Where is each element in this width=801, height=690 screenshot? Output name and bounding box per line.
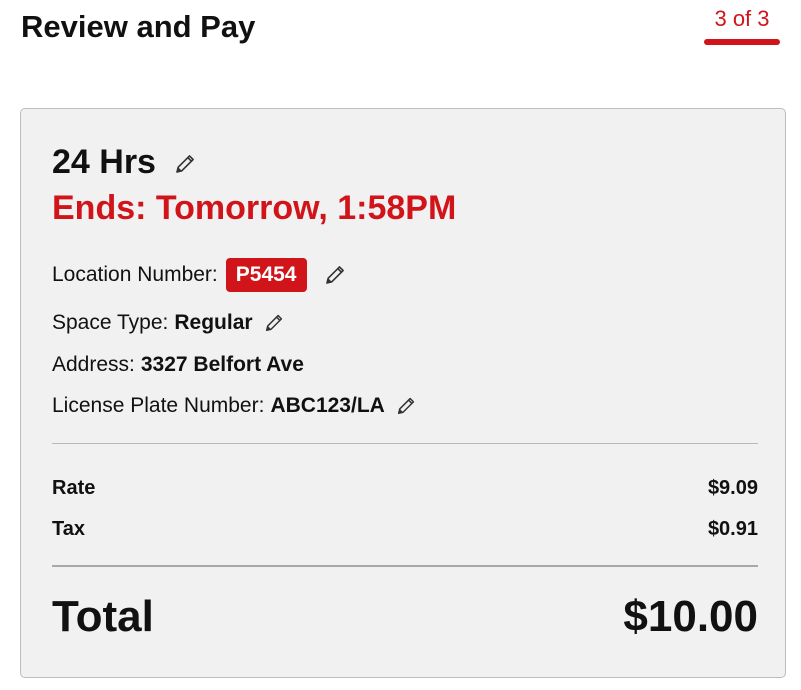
edit-license-plate-pencil-icon[interactable] — [395, 395, 417, 417]
total-label: Total — [52, 592, 154, 641]
location-label: Location Number: — [52, 263, 218, 286]
tax-row: Tax $0.91 — [52, 518, 758, 541]
license-plate-row: License Plate Number: ABC123/LA — [52, 394, 417, 418]
address-row: Address: 3327 Belfort Ave — [52, 353, 304, 377]
space-type-label: Space Type: — [52, 311, 169, 334]
space-type-value: Regular — [174, 311, 253, 334]
total-value: $10.00 — [623, 592, 758, 641]
duration-value: 24 Hrs — [52, 143, 156, 181]
total-divider — [52, 565, 758, 567]
rate-label: Rate — [52, 477, 96, 499]
space-type-row: Space Type: Regular — [52, 311, 285, 335]
page-title: Review and Pay — [21, 9, 256, 44]
rate-value: $9.09 — [707, 477, 758, 499]
rate-row: Rate $9.09 — [52, 477, 758, 500]
step-indicator: 3 of 3 — [714, 6, 770, 31]
duration-row: 24 Hrs — [52, 143, 197, 182]
end-time: Ends: Tomorrow, 1:58PM — [52, 189, 457, 227]
location-row: Location Number: P5454 — [52, 258, 347, 292]
location-badge: P5454 — [225, 258, 307, 292]
address-label: Address: — [52, 353, 135, 376]
review-card: 24 Hrs Ends: Tomorrow, 1:58PM Location N… — [20, 108, 786, 678]
edit-duration-pencil-icon[interactable] — [173, 152, 197, 176]
total-row: Total $10.00 — [52, 592, 758, 642]
step-underline — [704, 39, 780, 45]
edit-location-pencil-icon[interactable] — [323, 263, 347, 287]
tax-label: Tax — [52, 518, 85, 540]
license-plate-value: ABC123/LA — [270, 394, 385, 417]
license-plate-label: License Plate Number: — [52, 394, 265, 417]
edit-space-type-pencil-icon[interactable] — [263, 312, 285, 334]
tax-value: $0.91 — [707, 518, 758, 540]
address-value: 3327 Belfort Ave — [140, 353, 304, 376]
details-divider — [52, 443, 758, 444]
